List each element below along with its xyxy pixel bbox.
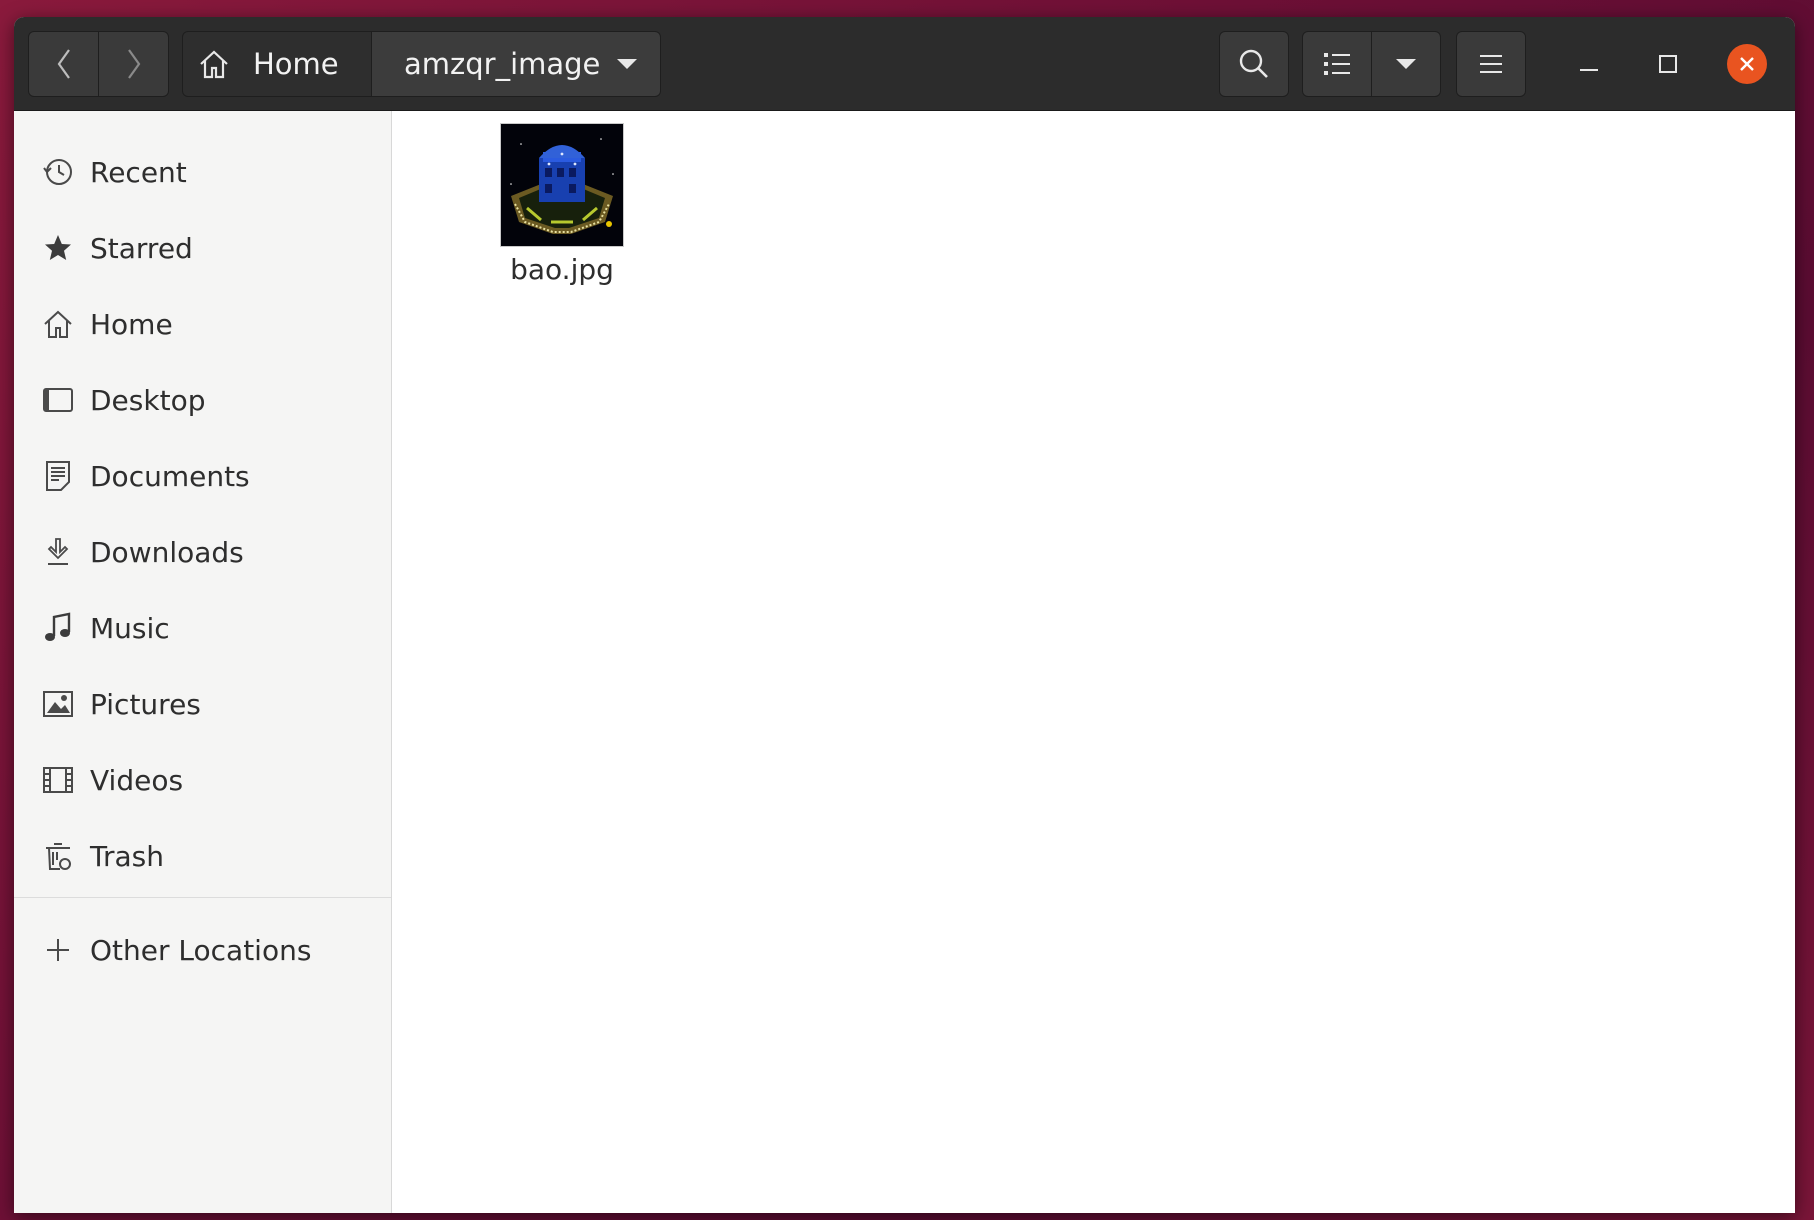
sidebar-item-label: Desktop bbox=[90, 383, 206, 417]
maximize-icon bbox=[1659, 55, 1677, 73]
sidebar-item-label: Downloads bbox=[90, 535, 244, 569]
header-bar: Home amzqr_image bbox=[14, 17, 1795, 111]
sidebar-item-documents[interactable]: Documents bbox=[14, 441, 391, 511]
search-button[interactable] bbox=[1219, 31, 1289, 97]
list-view-button[interactable] bbox=[1302, 31, 1372, 97]
sidebar-item-music[interactable]: Music bbox=[14, 593, 391, 663]
back-button[interactable] bbox=[28, 31, 99, 97]
close-icon bbox=[1740, 57, 1754, 71]
chevron-right-icon bbox=[127, 49, 140, 79]
trash-icon bbox=[42, 840, 74, 872]
star-icon bbox=[42, 232, 74, 264]
close-circle bbox=[1727, 44, 1767, 84]
caret-down-icon bbox=[1396, 59, 1416, 69]
chevron-left-icon bbox=[57, 49, 70, 79]
close-button[interactable] bbox=[1722, 39, 1772, 89]
videos-icon bbox=[42, 764, 74, 796]
sidebar-item-downloads[interactable]: Downloads bbox=[14, 517, 391, 587]
image-thumbnail bbox=[500, 123, 624, 247]
sidebar-item-label: Videos bbox=[90, 763, 184, 797]
sidebar-item-home[interactable]: Home bbox=[14, 289, 391, 359]
sidebar-item-label: Starred bbox=[90, 231, 193, 265]
home-icon bbox=[42, 308, 74, 340]
sidebar-divider bbox=[14, 897, 391, 898]
caret-down-icon bbox=[617, 59, 637, 69]
file-view: bao.jpg bbox=[392, 111, 1795, 1213]
breadcrumb-home-label: Home bbox=[253, 47, 339, 81]
sidebar-item-other-locations[interactable]: Other Locations bbox=[14, 915, 391, 985]
documents-icon bbox=[42, 460, 74, 492]
sidebar-item-label: Recent bbox=[90, 155, 187, 189]
view-options-button[interactable] bbox=[1371, 31, 1441, 97]
file-manager-window: Home amzqr_image Recent Starred Home Des… bbox=[14, 17, 1795, 1213]
sidebar: Recent Starred Home Desktop Documents Do… bbox=[14, 111, 392, 1213]
search-icon bbox=[1239, 49, 1268, 78]
breadcrumb-current[interactable]: amzqr_image bbox=[371, 31, 661, 97]
sidebar-item-starred[interactable]: Starred bbox=[14, 213, 391, 283]
sidebar-item-label: Other Locations bbox=[90, 933, 312, 967]
music-icon bbox=[42, 612, 74, 644]
sidebar-item-pictures[interactable]: Pictures bbox=[14, 669, 391, 739]
plus-icon bbox=[42, 934, 74, 966]
sidebar-item-recent[interactable]: Recent bbox=[14, 137, 391, 207]
file-name: bao.jpg bbox=[510, 253, 614, 286]
list-view-icon bbox=[1324, 53, 1350, 75]
home-icon bbox=[200, 50, 228, 79]
sidebar-item-label: Trash bbox=[90, 839, 164, 873]
breadcrumb-current-label: amzqr_image bbox=[404, 47, 601, 81]
sidebar-item-label: Music bbox=[90, 611, 170, 645]
main-menu-button[interactable] bbox=[1456, 31, 1526, 97]
sidebar-item-label: Documents bbox=[90, 459, 250, 493]
sidebar-item-label: Pictures bbox=[90, 687, 201, 721]
breadcrumb-home[interactable]: Home bbox=[182, 31, 372, 97]
sidebar-item-videos[interactable]: Videos bbox=[14, 745, 391, 815]
pictures-icon bbox=[42, 688, 74, 720]
maximize-button[interactable] bbox=[1643, 39, 1693, 89]
file-item[interactable]: bao.jpg bbox=[476, 123, 636, 286]
minimize-button[interactable] bbox=[1564, 39, 1614, 89]
desktop-icon bbox=[42, 384, 74, 416]
hamburger-menu-icon bbox=[1480, 55, 1502, 73]
sidebar-item-desktop[interactable]: Desktop bbox=[14, 365, 391, 435]
minimize-icon bbox=[1580, 69, 1598, 71]
sidebar-item-trash[interactable]: Trash bbox=[14, 821, 391, 891]
downloads-icon bbox=[42, 536, 74, 568]
sidebar-item-label: Home bbox=[90, 307, 173, 341]
recent-icon bbox=[42, 156, 74, 188]
forward-button[interactable] bbox=[98, 31, 169, 97]
